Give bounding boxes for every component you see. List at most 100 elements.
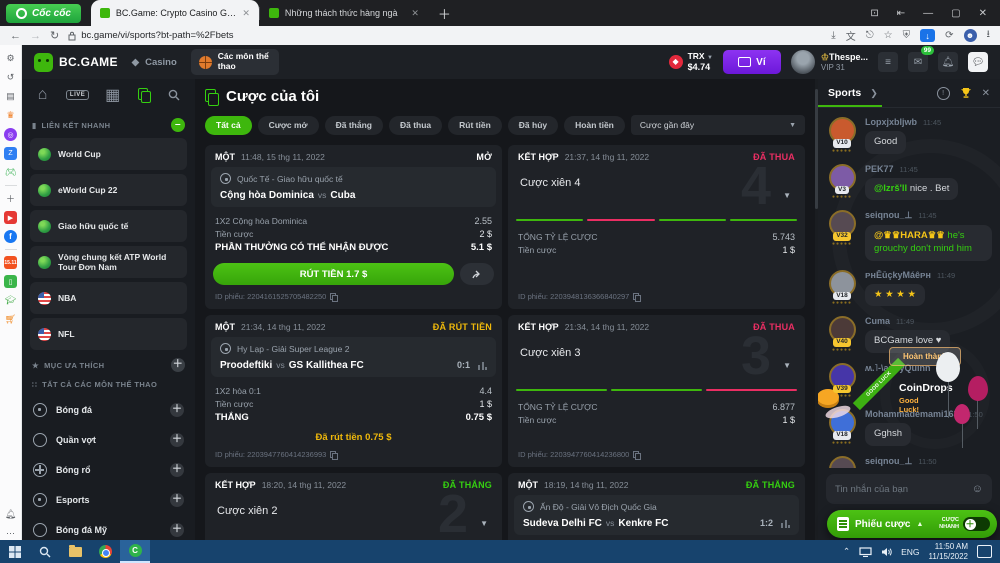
combo-bet-summary[interactable]: Cược xiên 3 3 ▼: [514, 337, 799, 385]
match-info[interactable]: Hy Lạp - Giải Super League 2 Proodeftiki…: [211, 337, 496, 377]
messenger-icon[interactable]: ◎: [4, 128, 17, 141]
translate-icon[interactable]: 文: [846, 28, 856, 43]
expand-chevron-icon[interactable]: ▼: [783, 361, 791, 370]
expand-icon[interactable]: ＋: [170, 463, 184, 477]
filter-refund[interactable]: Hoàn tiền: [564, 116, 625, 135]
quick-link-friendlies[interactable]: Giao hữu quốc tế: [30, 210, 187, 242]
browser-tab-active[interactable]: BC.Game: Crypto Casino Gan ✕: [91, 0, 259, 26]
address-bar[interactable]: bc.game/vi/sports?bt-path=%2Fbets: [68, 30, 822, 41]
chat-username[interactable]: PEK77: [865, 164, 894, 174]
download-active-icon[interactable]: ↓: [920, 29, 935, 42]
games-icon[interactable]: 🎮︎: [4, 166, 17, 179]
chat-input[interactable]: Tin nhắn của bạn ☺: [826, 474, 992, 504]
coccoc-taskbar-icon[interactable]: C: [120, 540, 150, 563]
expand-chevron-icon[interactable]: ▼: [480, 519, 488, 528]
shopee-sale-icon[interactable]: 15.11: [4, 256, 17, 269]
filter-cancelled[interactable]: Đã hủy: [508, 116, 558, 135]
avatar[interactable]: [829, 456, 856, 468]
chat-toggle-button[interactable]: 💬︎: [968, 52, 988, 72]
collapse-button[interactable]: –: [171, 118, 185, 132]
notification-bell-icon[interactable]: 🔔︎: [4, 508, 17, 521]
chat-username[interactable]: Cuma: [865, 316, 890, 326]
tab-search-icon[interactable]: ⇤: [897, 8, 905, 19]
match-info[interactable]: Quốc Tế - Giao hữu quốc tế Cộng hòa Domi…: [211, 167, 496, 207]
stats-icon[interactable]: [781, 520, 790, 528]
youtube-icon[interactable]: ▶: [4, 211, 17, 224]
combo-bet-summary[interactable]: Cược xiên 2 2 ▼: [211, 495, 496, 540]
chat-username[interactable]: seiqnou_⊥: [865, 456, 912, 467]
quick-link-world-cup[interactable]: World Cup: [30, 138, 187, 170]
browser-tab[interactable]: Những thách thức hàng ngà ✕: [260, 0, 428, 26]
share-bet-button[interactable]: [460, 263, 494, 285]
mail-icon[interactable]: ✉99: [908, 52, 928, 72]
sport-item-american-football[interactable]: Bóng đá Mỹ＋: [30, 515, 187, 540]
quick-link-nfl[interactable]: NFL: [30, 318, 187, 350]
chat-username[interactable]: seiqnou_⊥: [865, 210, 912, 221]
expand-icon[interactable]: ＋: [170, 403, 184, 417]
filter-cashout[interactable]: Rút tiền: [448, 116, 502, 135]
copy-icon[interactable]: [330, 451, 337, 459]
share-icon[interactable]: ⎋: [866, 30, 874, 41]
taskbar-clock[interactable]: 11:50 AM 11/15/2022: [929, 542, 968, 561]
bcgame-logo[interactable]: BC.GAME: [34, 53, 118, 72]
chat-username[interactable]: Lopxjxbljwb: [865, 117, 917, 127]
user-profile[interactable]: ♔Thespe... VIP 31: [791, 50, 868, 74]
match-info[interactable]: Ấn Độ - Giải Vô Địch Quốc Gia Sudeva Del…: [514, 495, 799, 535]
sport-item-esports[interactable]: Esports＋: [30, 485, 187, 515]
quick-link-eworld-cup[interactable]: eWorld Cup 22: [30, 174, 187, 206]
start-button[interactable]: [0, 540, 30, 563]
quick-bet-toggle[interactable]: ＋: [963, 517, 990, 531]
file-explorer-icon[interactable]: [60, 540, 90, 563]
settings-gear-icon[interactable]: ⚙: [4, 52, 17, 65]
window-maximize-button[interactable]: ▢: [951, 8, 960, 19]
filter-open[interactable]: Cược mở: [258, 116, 319, 135]
betslip-button[interactable]: Phiếu cược ▲ CƯỢC NHANH ＋: [827, 510, 997, 538]
refresh-button[interactable]: ↻: [50, 29, 59, 42]
new-tab-button[interactable]: ＋: [438, 4, 451, 23]
extension-icon[interactable]: ⟳: [945, 30, 953, 41]
nav-casino[interactable]: ◆ Casino: [132, 57, 177, 68]
copy-icon[interactable]: [633, 451, 640, 459]
bet-list-icon[interactable]: ≡: [878, 52, 898, 72]
chrome-icon[interactable]: [90, 540, 120, 563]
bookmark-star-icon[interactable]: ☆: [884, 30, 893, 41]
sport-item-football[interactable]: Bóng đá＋: [30, 395, 187, 425]
window-minimize-button[interactable]: —: [923, 8, 933, 19]
add-shortcut-icon[interactable]: ＋: [4, 192, 17, 205]
stats-icon[interactable]: [478, 362, 487, 370]
wallet-button[interactable]: Ví: [723, 50, 781, 74]
history-icon[interactable]: ↺: [4, 71, 17, 84]
window-close-button[interactable]: ✕: [979, 8, 987, 19]
zalo-icon[interactable]: Z: [4, 147, 17, 160]
chevron-right-icon[interactable]: ❯: [870, 88, 878, 99]
profile-avatar[interactable]: ☻: [964, 29, 977, 42]
expand-chevron-icon[interactable]: ▼: [783, 191, 791, 200]
trophy-icon[interactable]: [960, 87, 972, 99]
chat-username[interactable]: ᴘʜĒūçkyMáêᴘʜ: [865, 270, 931, 280]
cart-icon[interactable]: 🛒︎: [4, 313, 17, 326]
sport-item-basketball[interactable]: Bóng rổ＋: [30, 455, 187, 485]
currency-selector[interactable]: ◆ TRX ▼ $4.74: [669, 52, 713, 72]
emoji-icon[interactable]: ☺: [972, 483, 983, 495]
education-hat-icon[interactable]: 🎓︎: [4, 294, 17, 307]
search-icon[interactable]: [167, 87, 182, 102]
action-center-icon[interactable]: [977, 545, 992, 558]
battery-app-icon[interactable]: ▯: [4, 275, 17, 288]
facebook-icon[interactable]: f: [4, 230, 17, 243]
chat-rules-icon[interactable]: !: [937, 87, 950, 100]
hidden-icons-chevron[interactable]: ⌃: [843, 546, 850, 557]
coccoc-menu-button[interactable]: Cốc cốc: [6, 4, 81, 23]
live-icon[interactable]: LIVE: [66, 90, 89, 100]
chat-room-tab[interactable]: Sports: [828, 87, 861, 99]
back-button[interactable]: ←: [10, 30, 21, 42]
expand-icon[interactable]: ＋: [170, 523, 184, 537]
sport-item-tennis[interactable]: Quần vợt＋: [30, 425, 187, 455]
tab-close-icon[interactable]: ✕: [242, 8, 250, 19]
tab-close-icon[interactable]: ✕: [411, 8, 419, 19]
save-page-icon[interactable]: ⤓: [831, 30, 835, 41]
crown-icon[interactable]: ♛: [4, 109, 17, 122]
nav-sports[interactable]: Các môn thể thao: [191, 49, 279, 75]
notifications-bell-icon[interactable]: 🔔︎: [938, 52, 958, 72]
expand-icon[interactable]: ＋: [170, 433, 184, 447]
filter-lost[interactable]: Đã thua: [389, 116, 442, 135]
